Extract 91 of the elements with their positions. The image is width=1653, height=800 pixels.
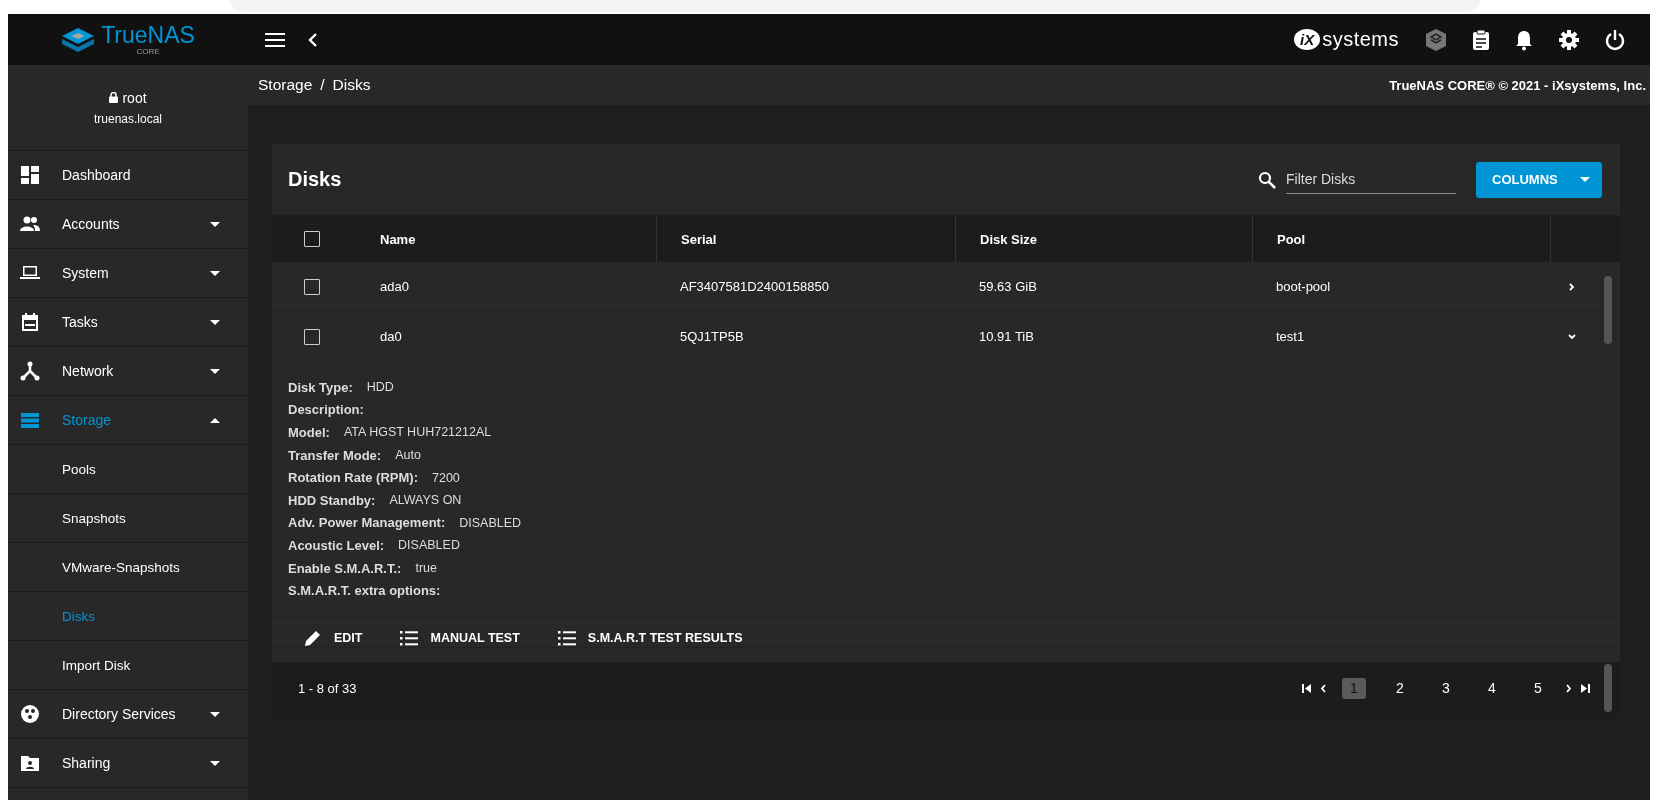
breadcrumb-separator: / [320,76,325,94]
scrollbar-thumb[interactable] [1604,276,1612,344]
dashboard-icon [20,165,40,185]
breadcrumb-link[interactable]: Storage [258,76,313,94]
detail-label: HDD Standby: [288,492,376,508]
power-icon[interactable] [1605,28,1625,51]
card-title: Disks [288,168,343,191]
detail-value: Auto [395,448,421,463]
sidebar-item[interactable]: Tasks [8,298,248,347]
detail-label: Description: [288,402,364,418]
detail-label: Acoustic Level: [288,537,385,553]
action-button[interactable]: EDIT [304,628,363,647]
table-cell: 59.63 GiB [979,279,1037,294]
chevron-right-icon[interactable] [1568,282,1576,291]
cube-icon[interactable] [1425,27,1447,52]
table-cell: AF3407581D2400158850 [680,279,829,294]
first-page-icon[interactable] [1302,683,1312,693]
bell-icon[interactable] [1515,28,1533,51]
column-header[interactable]: Serial [681,231,717,247]
row-checkbox[interactable] [304,278,320,295]
table-cell: da0 [380,329,402,344]
detail-value: ALWAYS ON [389,493,462,508]
list-icon [400,629,419,646]
page-button[interactable]: 3 [1434,677,1458,699]
caret-down-icon [210,368,220,374]
storage-icon [20,410,40,430]
detail-value: ATA HGST HUH721212AL [343,425,492,440]
detail-label: Adv. Power Management: [288,515,446,531]
page-range: 1 - 8 of 33 [298,680,357,696]
table-cell: 10.91 TiB [979,329,1034,344]
list-icon [557,629,576,646]
user-name: root [122,89,147,106]
network-icon [20,361,40,381]
detail-label: Enable S.M.A.R.T.: [288,560,402,576]
logo-edition: CORE [136,47,160,56]
table-cell: 5QJ1TP5B [680,329,744,344]
detail-label: Disk Type: [288,379,353,395]
column-header[interactable]: Name [380,231,416,247]
caret-down-icon [210,319,220,325]
detail-value: HDD [366,380,394,395]
sidebar-item[interactable]: Storage [8,396,248,445]
menu-icon[interactable] [265,32,285,47]
logo-wordmark: TrueNAS [101,23,195,47]
sidebar-item[interactable]: Directory Services [8,690,248,739]
sidebar-item[interactable]: Dashboard [8,151,248,200]
detail-label: Rotation Rate (RPM): [288,470,418,486]
row-checkbox[interactable] [304,328,320,345]
caret-down-icon [210,760,220,766]
column-header[interactable]: Disk Size [980,231,1038,247]
copyright-text: TrueNAS CORE® © 2021 - iXsystems, Inc. [1389,77,1646,93]
chevron-left-icon[interactable] [1320,683,1327,693]
accounts-icon [20,214,40,234]
chevron-right-icon[interactable] [1565,683,1572,693]
caret-down-icon [1580,177,1590,182]
detail-value: 7200 [432,470,460,485]
chevron-left-icon[interactable] [308,32,318,47]
select-all-checkbox[interactable] [304,231,320,247]
page-button[interactable]: 4 [1480,677,1504,699]
caret-down-icon [210,711,220,717]
caret-up-icon [210,417,220,423]
pencil-icon [304,628,322,647]
settings-icon[interactable] [1558,28,1580,51]
page-button[interactable]: 2 [1388,677,1412,699]
scrollbar-thumb[interactable] [1604,664,1612,712]
host-name: truenas.local [93,111,162,126]
page-button[interactable]: 5 [1526,677,1550,699]
vendor-logo-mark: iX [1293,29,1321,50]
caret-down-icon [210,221,220,227]
detail-label: Transfer Mode: [288,447,382,463]
filter-field[interactable]: Filter Disks [1286,165,1456,194]
sidebar-item[interactable]: Sharing [8,739,248,788]
cube-logo-icon [61,26,96,53]
breadcrumb-link[interactable]: Disks [332,76,371,94]
detail-value: DISABLED [459,515,522,530]
table-cell: boot-pool [1276,279,1331,294]
action-button[interactable]: S.M.A.R.T TEST RESULTS [557,628,743,647]
clipboard-icon[interactable] [1472,28,1490,51]
chevron-down-icon[interactable] [1568,332,1576,341]
column-header[interactable]: Pool [1277,231,1306,247]
detail-value: DISABLED [398,538,460,553]
detail-label: Model: [288,425,330,440]
detail-value: true [415,561,437,576]
table-cell: test1 [1276,329,1305,344]
detail-label: S.M.A.R.T. extra options: [288,583,441,599]
table-cell: ada0 [380,279,409,294]
last-page-icon[interactable] [1580,683,1590,693]
action-button[interactable]: MANUAL TEST [400,628,520,647]
lock-icon [109,92,119,103]
search-icon [1258,170,1276,189]
caret-down-icon [210,270,220,276]
vendor-logo-text: systems [1322,28,1399,51]
